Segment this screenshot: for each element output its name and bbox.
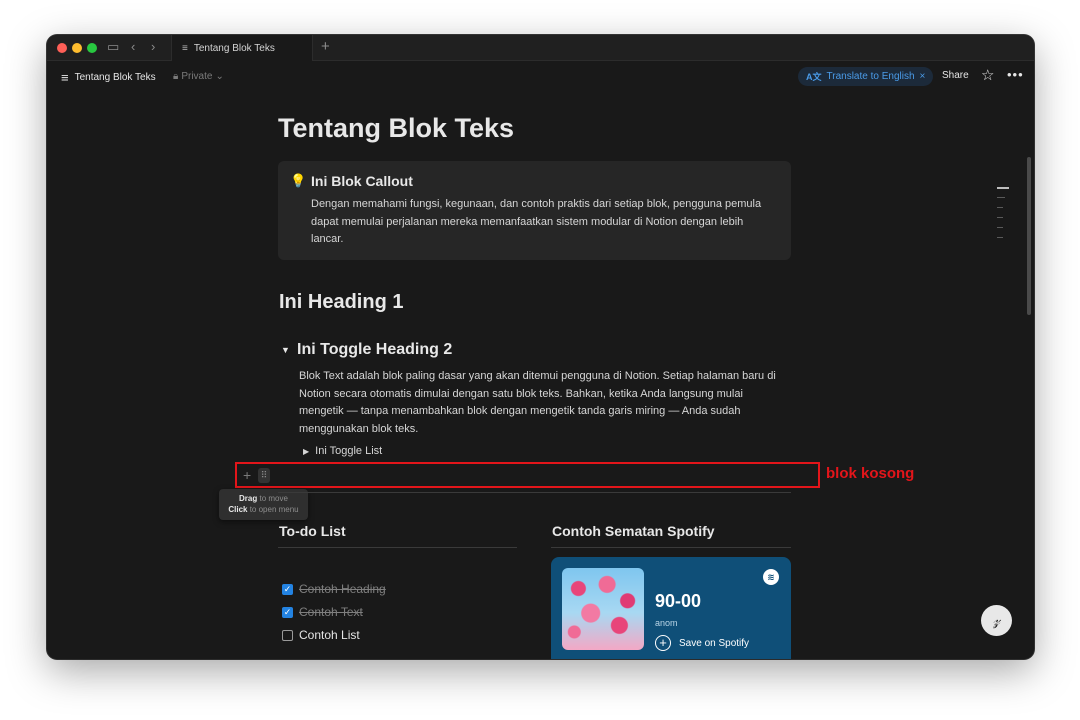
tooltip-click-label: Click: [228, 505, 248, 514]
outline-marker[interactable]: [997, 227, 1003, 228]
spotify-section-title[interactable]: Contoh Sematan Spotify: [552, 523, 715, 539]
tab-label: Tentang Blok Teks: [193, 42, 275, 54]
triangle-right-icon[interactable]: ▶: [303, 447, 309, 456]
breadcrumb[interactable]: ≡ Tentang Blok Teks: [61, 70, 156, 85]
callout-title: Ini Blok Callout: [311, 173, 413, 189]
maximize-window-button[interactable]: [87, 43, 97, 53]
save-on-spotify-button[interactable]: + Save on Spotify: [655, 635, 749, 651]
outline-marker-active[interactable]: [997, 187, 1009, 189]
checkbox-checked-icon[interactable]: ✓: [282, 606, 293, 618]
todo-title-underline: [278, 547, 517, 548]
top-bar: ≡ Tentang Blok Teks 🔒︎ Private ⌄ A文 Tran…: [47, 61, 1034, 93]
page-lines-icon: ≡: [61, 70, 69, 85]
divider: [278, 492, 791, 493]
translate-button[interactable]: A文 Translate to English ×: [798, 67, 934, 86]
checkbox-unchecked-icon[interactable]: [282, 629, 293, 641]
back-arrow-icon[interactable]: ‹: [131, 39, 135, 55]
lock-icon: 🔒︎: [173, 71, 179, 82]
callout-block[interactable]: 💡 Ini Blok Callout Dengan memahami fungs…: [278, 161, 791, 260]
toggle-list-label: Ini Toggle List: [315, 445, 383, 457]
translate-icon: A文: [806, 72, 822, 82]
privacy-label: Private: [181, 71, 213, 82]
tooltip-drag-label: Drag: [239, 494, 258, 503]
save-on-spotify-label: Save on Spotify: [679, 637, 750, 649]
outline-marker[interactable]: [997, 197, 1005, 198]
page-lines-icon: ≡: [182, 42, 188, 54]
spotify-track-title[interactable]: 90-00: [655, 591, 701, 612]
notion-window: ▭ ‹ › ≡ Tentang Blok Teks + ≡ Tentang Bl…: [47, 35, 1034, 659]
plus-icon[interactable]: +: [321, 38, 330, 55]
album-art[interactable]: [562, 568, 644, 650]
share-button[interactable]: Share: [942, 70, 969, 81]
close-window-button[interactable]: [57, 43, 67, 53]
todo-item[interactable]: ✓ Contoh Text: [282, 605, 363, 619]
sidebar-toggle-icon[interactable]: ▭: [107, 39, 119, 55]
todo-item[interactable]: ✓ Contoh Heading: [282, 582, 386, 596]
drag-tooltip: Drag to move Click to open menu: [219, 489, 308, 520]
outline-marker[interactable]: [997, 207, 1003, 208]
todo-item-label: Contoh Text: [299, 605, 363, 619]
toggle-list[interactable]: ▶ Ini Toggle List: [303, 445, 382, 457]
favorite-star-icon[interactable]: ☆: [981, 66, 994, 84]
lightbulb-icon[interactable]: 💡: [290, 173, 306, 189]
chevron-down-icon: ⌄: [215, 71, 224, 82]
annotation-label: blok kosong: [826, 465, 915, 482]
empty-block-highlight[interactable]: [235, 462, 820, 488]
todo-list-title[interactable]: To-do List: [279, 523, 346, 539]
more-options-icon[interactable]: •••: [1007, 67, 1024, 82]
spotify-title-underline: [551, 547, 791, 548]
todo-item[interactable]: Contoh List: [282, 628, 360, 642]
page-title[interactable]: Tentang Blok Teks: [278, 113, 514, 144]
toggle-heading-2-label: Ini Toggle Heading 2: [297, 341, 453, 358]
tooltip-click-text: to open menu: [249, 505, 299, 514]
privacy-dropdown[interactable]: 🔒︎ Private ⌄: [173, 71, 224, 82]
heading-1[interactable]: Ini Heading 1: [279, 291, 403, 314]
callout-body: Dengan memahami fungsi, kegunaan, dan co…: [311, 198, 762, 245]
add-block-plus-icon[interactable]: +: [243, 467, 251, 483]
breadcrumb-page-title: Tentang Blok Teks: [74, 72, 156, 83]
tab-bar: ▭ ‹ › ≡ Tentang Blok Teks +: [47, 35, 1034, 61]
tooltip-drag-text: to move: [259, 494, 288, 503]
vertical-scrollbar[interactable]: [1027, 157, 1031, 315]
plus-circle-icon: +: [655, 635, 671, 651]
text-block[interactable]: Blok Text adalah blok paling dasar yang …: [299, 368, 779, 438]
translate-label: Translate to English: [826, 71, 915, 82]
notion-ai-icon[interactable]: 𝓏: [981, 605, 1012, 636]
spotify-embed[interactable]: ≋ 90-00 anom + Save on Spotify: [551, 557, 791, 659]
spotify-artist[interactable]: anom: [655, 618, 678, 628]
drag-handle-icon[interactable]: ⠿: [258, 468, 270, 483]
spotify-logo-icon[interactable]: ≋: [763, 569, 779, 585]
todo-item-label: Contoh Heading: [299, 582, 386, 596]
triangle-down-icon[interactable]: ▼: [281, 345, 297, 355]
checkbox-checked-icon[interactable]: ✓: [282, 583, 293, 595]
tab-tentang-blok-teks[interactable]: ≡ Tentang Blok Teks: [171, 35, 313, 61]
close-icon[interactable]: ×: [920, 71, 926, 82]
outline-marker[interactable]: [997, 217, 1003, 218]
toggle-heading-2[interactable]: ▼ Ini Toggle Heading 2: [281, 341, 452, 359]
minimize-window-button[interactable]: [72, 43, 82, 53]
forward-arrow-icon[interactable]: ›: [151, 39, 155, 55]
todo-item-label: Contoh List: [299, 628, 360, 642]
outline-marker[interactable]: [997, 237, 1003, 238]
